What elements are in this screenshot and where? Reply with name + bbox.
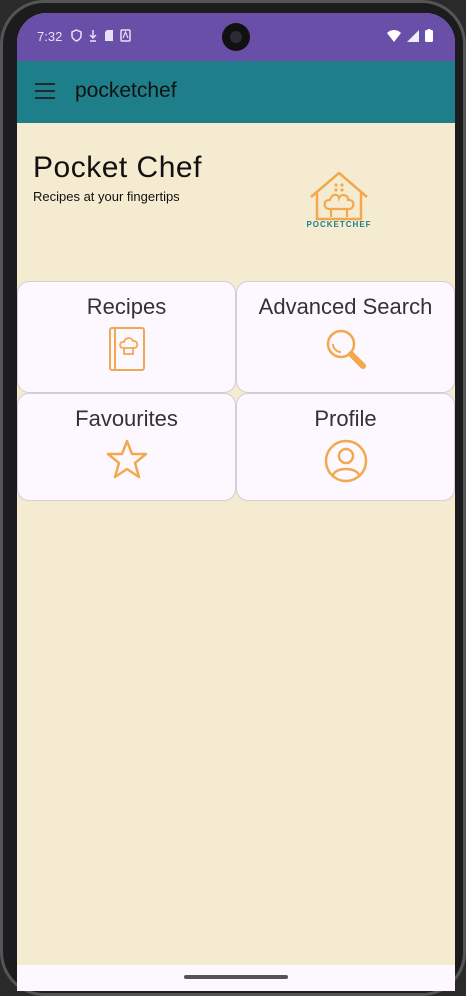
notification-icons: [71, 29, 131, 42]
recipes-card[interactable]: Recipes: [17, 281, 236, 393]
app-bar: pocketchef: [17, 61, 455, 123]
profile-icon: [324, 439, 367, 483]
favourites-label: Favourites: [75, 406, 178, 431]
page-title: Pocket Chef: [33, 151, 202, 184]
system-status-icons: [387, 29, 433, 42]
profile-label: Profile: [314, 406, 377, 431]
sd-card-icon: [105, 30, 113, 41]
shield-icon: [71, 29, 82, 42]
navigation-bar: [17, 965, 455, 991]
battery-icon: [425, 29, 433, 42]
app-title: pocketchef: [75, 79, 177, 102]
camera-cutout: [222, 23, 250, 51]
signal-icon: [407, 29, 419, 42]
search-icon: [326, 329, 366, 369]
recipes-label: Recipes: [86, 294, 167, 319]
app-notification-icon: [120, 29, 131, 42]
pocketchef-logo: [310, 171, 368, 221]
download-icon: [89, 30, 97, 42]
cookbook-icon: [108, 327, 145, 371]
favourites-card[interactable]: Favourites: [17, 393, 236, 501]
phone-frame: 7:32 pocketchef Pocket Chef Recipes at y…: [0, 0, 466, 996]
wifi-icon: [387, 29, 401, 42]
logo-text: POCKETCHEF: [306, 220, 372, 229]
screen: 7:32 pocketchef Pocket Chef Recipes at y…: [17, 13, 455, 991]
menu-icon[interactable]: [35, 83, 55, 99]
status-bar: 7:32: [17, 13, 455, 61]
advanced-search-card[interactable]: Advanced Search: [236, 281, 455, 393]
page-subtitle: Recipes at your fingertips: [33, 189, 180, 204]
status-time: 7:32: [37, 29, 63, 44]
profile-card[interactable]: Profile: [236, 393, 455, 501]
advanced-search-label: Advanced Search: [258, 294, 433, 319]
star-icon: [106, 439, 147, 479]
home-gesture-handle[interactable]: [184, 975, 288, 979]
